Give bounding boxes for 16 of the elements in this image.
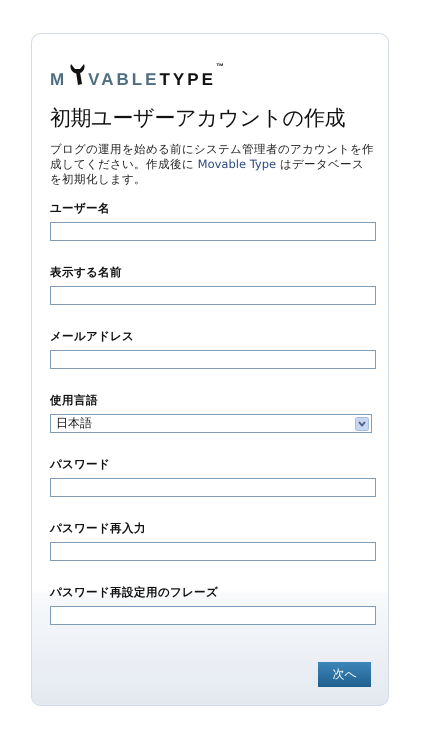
next-button[interactable]: 次へ — [318, 662, 371, 687]
field-label: メールアドレス — [50, 329, 135, 343]
logo-text: VABLE — [88, 70, 160, 90]
field-label: ユーザー名 — [50, 201, 111, 215]
field-label: パスワード — [50, 457, 111, 471]
logo-text: M — [50, 70, 68, 90]
intro-text: ブログの運用を始める前にシステム管理者のアカウントを作成してください。作成後に Movable Type はデータベースを初期化します。 — [50, 142, 374, 187]
logo-text: TYPE — [160, 70, 216, 90]
field-label: 表示する名前 — [50, 265, 123, 279]
product-link[interactable]: Movable Type — [198, 157, 276, 171]
field-label: パスワード再設定用のフレーズ — [50, 585, 219, 599]
trademark-sign: ™ — [216, 62, 224, 71]
language-select[interactable]: 日本語 — [50, 414, 372, 433]
field-label: 使用言語 — [50, 393, 99, 407]
field-label: パスワード再入力 — [50, 521, 147, 535]
page-title: 初期ユーザーアカウントの作成 — [50, 105, 346, 132]
